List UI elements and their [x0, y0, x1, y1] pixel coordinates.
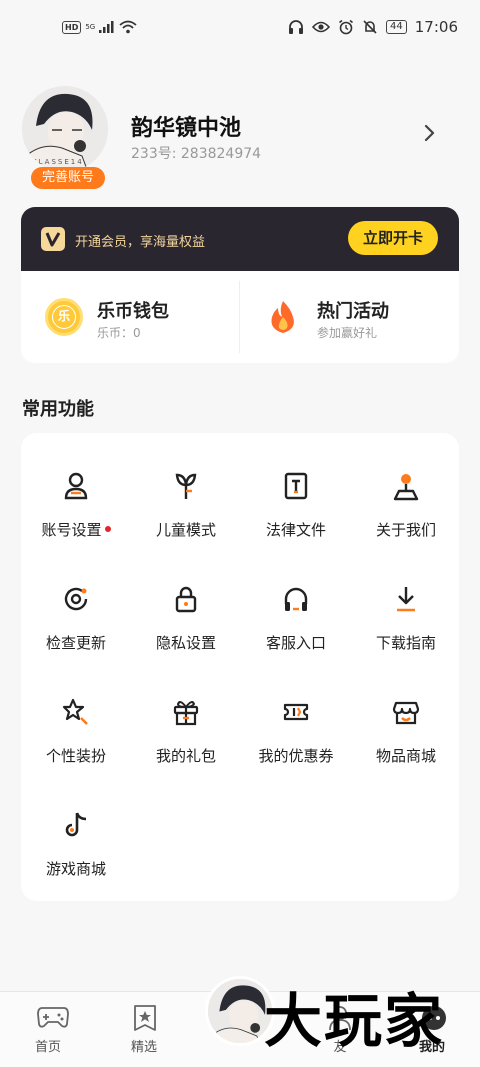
grid-item-personalize[interactable]: 个性装扮	[21, 667, 131, 767]
nav-item-home[interactable]: 首页	[8, 992, 88, 1067]
music-note-icon	[65, 812, 87, 837]
wallet-activity-card: 乐 乐币钱包 乐币：0 热门活动 参加赢好礼	[21, 271, 459, 363]
avatar-illustration: KLASSE14	[22, 86, 108, 172]
fire-icon	[271, 301, 294, 333]
battery-indicator: 44	[386, 20, 407, 34]
star-badge-icon	[134, 1005, 156, 1031]
grid-item-account-settings[interactable]: 账号设置	[21, 441, 131, 541]
grid-label: 法律文件	[265, 521, 326, 539]
ticket-icon	[283, 703, 309, 721]
wallet-title: 乐币钱包	[97, 301, 169, 322]
shop-icon	[392, 701, 420, 725]
grid-item-my-coupons[interactable]: 我的优惠券	[241, 667, 351, 767]
grid-item-legal-documents[interactable]: 法律文件	[241, 441, 351, 541]
vip-banner[interactable]: 开通会员，享海量权益 立即开卡	[21, 207, 459, 271]
about-pin-icon	[393, 474, 419, 501]
chevron-right-icon[interactable]	[424, 124, 436, 142]
grid-label: 检查更新	[45, 634, 106, 652]
grid-item-kids-mode[interactable]: 儿童模式	[131, 441, 241, 541]
refresh-update-icon	[64, 587, 88, 611]
profile-avatar[interactable]: KLASSE14	[22, 86, 108, 172]
grid-label: 账号设置	[41, 521, 102, 539]
activity-title: 热门活动	[317, 301, 389, 322]
signal-icon	[99, 21, 114, 33]
username: 韵华镜中池	[131, 116, 242, 141]
grid-label: 关于我们	[375, 521, 436, 539]
svg-text:KLASSE14: KLASSE14	[32, 158, 84, 166]
status-bar: HD 5G 44 17:06	[0, 0, 480, 58]
account-icon	[64, 472, 88, 500]
mute-bell-icon	[363, 20, 377, 34]
wallet-entry[interactable]: 乐 乐币钱包 乐币：0	[21, 271, 239, 363]
grid-label: 隐私设置	[155, 634, 216, 652]
grid-label: 个性装扮	[45, 747, 106, 765]
headphones-icon	[284, 587, 308, 611]
grid-item-customer-service[interactable]: 客服入口	[241, 554, 351, 654]
activity-subtitle: 参加赢好礼	[317, 326, 378, 340]
gamepad-icon	[37, 1007, 69, 1028]
lock-icon	[175, 586, 197, 613]
wallet-balance: 乐币：0	[97, 326, 141, 340]
grid-label: 游戏商城	[45, 860, 106, 878]
status-right: 44 17:06	[288, 18, 458, 36]
user-id: 233号: 283824974	[131, 146, 262, 162]
grid-label: 我的优惠券	[258, 747, 334, 765]
grid-label: 客服入口	[265, 634, 326, 652]
common-functions-grid: 账号设置 儿童模式 法律文件 关于我们 检查更新 隐私设置 客服入口 下载指南 …	[21, 433, 459, 901]
wifi-icon	[119, 20, 137, 34]
gift-icon	[173, 701, 199, 726]
grid-item-about-us[interactable]: 关于我们	[351, 441, 461, 541]
avatar: KLASSE14	[22, 86, 108, 172]
download-icon	[397, 587, 415, 612]
headphone-status-icon	[289, 20, 304, 34]
grid-item-item-shop[interactable]: 物品商城	[351, 667, 461, 767]
legal-document-icon	[284, 472, 308, 500]
open-vip-button[interactable]: 立即开卡	[348, 221, 438, 255]
nav-item-featured[interactable]: 精选	[104, 992, 184, 1067]
vip-logo-icon	[41, 227, 65, 251]
grid-label: 物品商城	[375, 747, 436, 765]
grid-label: 我的礼包	[155, 747, 216, 765]
complete-account-badge[interactable]: 完善账号	[31, 167, 105, 189]
grid-label: 下载指南	[375, 634, 436, 652]
coin-icon: 乐	[45, 298, 83, 336]
nav-label: 首页	[34, 1040, 61, 1055]
watermark: 大玩家	[264, 987, 445, 1055]
grid-item-download-guide[interactable]: 下载指南	[351, 554, 461, 654]
grid-item-game-shop[interactable]: 游戏商城	[21, 780, 131, 880]
grid-label: 儿童模式	[155, 521, 216, 539]
nav-label: 精选	[130, 1040, 157, 1055]
grid-item-privacy-settings[interactable]: 隐私设置	[131, 554, 241, 654]
network-type: 5G	[85, 23, 96, 31]
notification-dot	[104, 526, 111, 532]
section-title-common: 常用功能	[22, 399, 94, 420]
status-time: 17:06	[414, 18, 458, 36]
vip-promo-text: 开通会员，享海量权益	[75, 235, 206, 250]
star-wand-icon	[62, 698, 88, 725]
status-left: HD 5G	[62, 20, 137, 34]
eye-icon	[312, 21, 331, 33]
sprout-icon	[175, 473, 197, 499]
grid-item-my-gifts[interactable]: 我的礼包	[131, 667, 241, 767]
hd-indicator: HD	[62, 20, 82, 34]
grid-item-check-update[interactable]: 检查更新	[21, 554, 131, 654]
alarm-icon	[339, 19, 354, 35]
